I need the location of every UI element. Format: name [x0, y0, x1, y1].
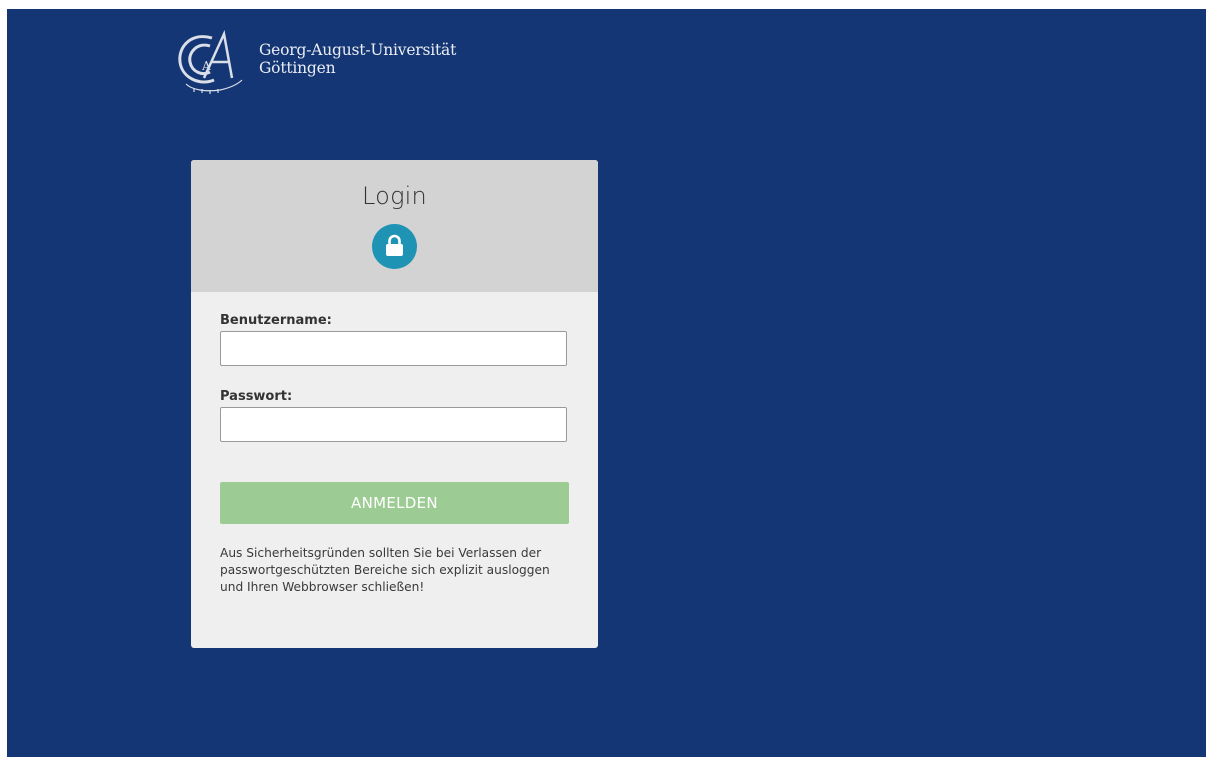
password-label: Passwort: [220, 389, 293, 404]
login-submit-button[interactable]: ANMELDEN [220, 482, 569, 524]
university-brand[interactable]: A Georg-August-Universität Göttingen [172, 26, 492, 96]
svg-text:A: A [201, 59, 211, 73]
page-background: A Georg-August-Universität Göttingen Log… [7, 9, 1206, 757]
university-name-line1: Georg-August-Universität [259, 41, 457, 59]
university-seal-logo: A [178, 29, 243, 94]
password-input[interactable] [220, 407, 567, 442]
login-card: Login Benutzername: Passwort: ANMELDEN A… [191, 160, 598, 648]
login-card-header: Login [191, 160, 598, 292]
university-name-line2: Göttingen [259, 59, 336, 77]
security-note: Aus Sicherheitsgründen sollten Sie bei V… [220, 546, 550, 594]
login-title: Login [362, 182, 427, 210]
username-input[interactable] [220, 331, 567, 366]
lock-badge [372, 224, 417, 269]
lock-icon [386, 234, 403, 256]
username-label: Benutzername: [220, 313, 332, 328]
